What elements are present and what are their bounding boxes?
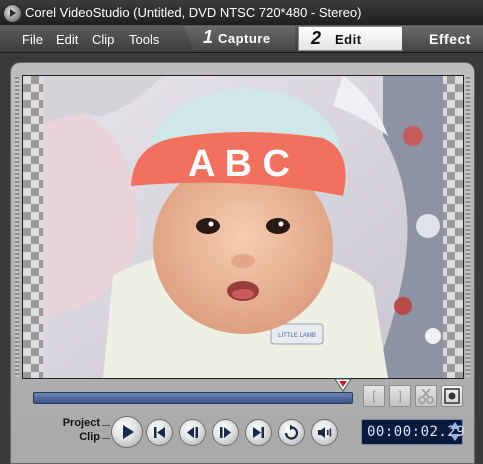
menu-bar: File Edit Clip Tools 1 Capture 2 Edit Ef… <box>0 25 483 53</box>
right-resize-grip[interactable] <box>466 77 470 377</box>
next-frame-icon <box>220 427 231 438</box>
menu-clip[interactable]: Clip <box>92 32 114 47</box>
step-edit-number: 2 <box>311 28 322 48</box>
shirt-label-text: LITTLE LAMB <box>278 333 316 339</box>
fullscreen-icon <box>444 388 460 404</box>
repeat-button[interactable] <box>278 419 305 446</box>
next-frame-button[interactable] <box>212 419 239 446</box>
step-effect-tab[interactable]: Effect <box>402 26 483 50</box>
previous-frame-icon <box>187 427 198 438</box>
end-button[interactable] <box>245 419 272 446</box>
volume-button[interactable] <box>311 419 338 446</box>
clip-mode-label[interactable]: Clip <box>40 431 100 443</box>
video-frame-image: LITTLE LAMB A B C <box>43 76 443 378</box>
end-icon <box>253 427 264 438</box>
step-edit-label: Edit <box>335 32 362 47</box>
step-capture-tab[interactable]: 1 Capture <box>183 26 295 50</box>
scissors-icon <box>418 388 434 404</box>
window-title: Corel VideoStudio (Untitled, DVD NTSC 72… <box>25 5 362 20</box>
project-mode-label[interactable]: Project <box>40 417 100 429</box>
step-capture-label: Capture <box>218 31 271 46</box>
step-effect-label: Effect <box>429 31 471 47</box>
split-clip-button[interactable] <box>415 385 437 407</box>
menu-tools[interactable]: Tools <box>129 32 159 47</box>
timecode-up-icon[interactable] <box>449 420 461 431</box>
step-capture-number: 1 <box>203 27 214 47</box>
menu-edit[interactable]: Edit <box>56 32 78 47</box>
mark-in-button[interactable]: [ <box>363 385 385 407</box>
home-icon <box>154 427 165 438</box>
preview-window: LITTLE LAMB A B C <box>22 75 464 379</box>
step-edit-tab[interactable]: 2 Edit <box>298 26 403 51</box>
play-icon <box>123 425 134 439</box>
home-button[interactable] <box>146 419 173 446</box>
menu-file[interactable]: File <box>22 32 43 47</box>
repeat-icon <box>284 424 299 440</box>
title-bar: Corel VideoStudio (Untitled, DVD NTSC 72… <box>0 0 483 26</box>
app-icon[interactable] <box>3 4 22 23</box>
previous-frame-button[interactable] <box>179 419 206 446</box>
fullscreen-button[interactable] <box>441 385 463 407</box>
mark-out-button[interactable]: ] <box>389 385 411 407</box>
timecode-down-icon[interactable] <box>449 432 461 443</box>
volume-icon <box>318 427 332 438</box>
scrub-handle[interactable] <box>334 378 352 392</box>
mode-connector <box>102 425 110 426</box>
left-resize-grip[interactable] <box>15 77 19 377</box>
play-button[interactable] <box>111 416 143 448</box>
timecode-display[interactable]: 00:00:02.29 <box>361 419 465 445</box>
hat-text: A B C <box>188 143 290 185</box>
scrub-bar[interactable] <box>33 392 353 404</box>
mode-connector <box>102 438 110 439</box>
